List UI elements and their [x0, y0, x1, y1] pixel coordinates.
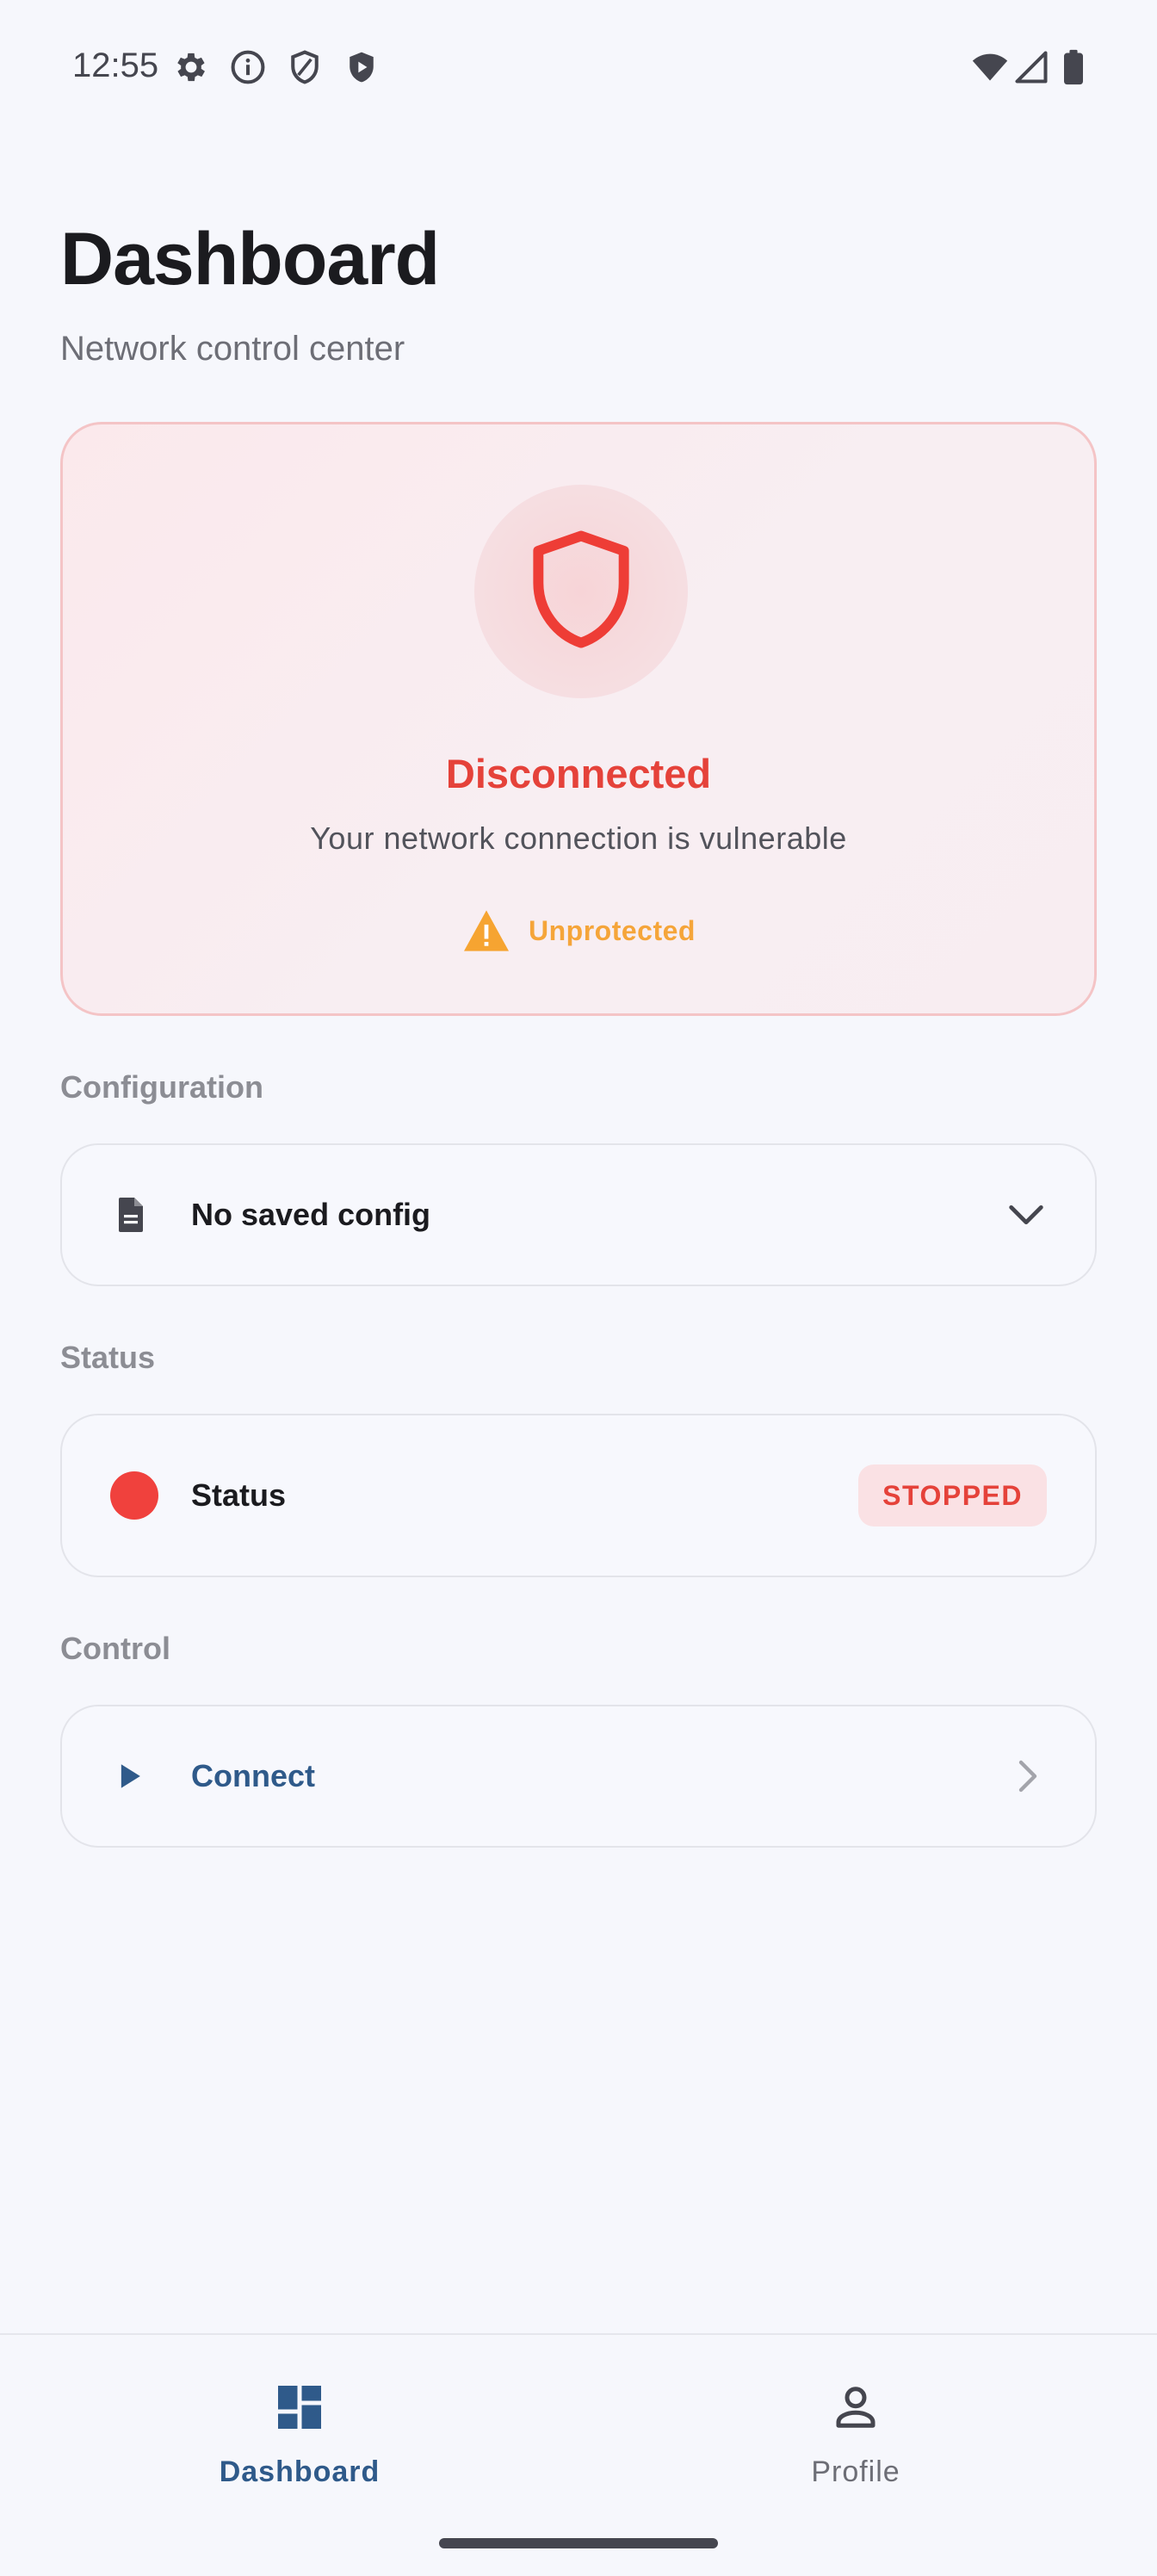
chevron-down-icon[interactable]	[1004, 1192, 1049, 1237]
chevron-right-icon	[1018, 1760, 1037, 1793]
person-icon	[836, 2387, 875, 2428]
shield-outline-icon	[291, 50, 319, 84]
connection-description: Your network connection is vulnerable	[310, 820, 847, 856]
status-label: Status	[191, 1477, 287, 1513]
status-indicator-dot	[110, 1471, 158, 1520]
status-card: Status STOPPED	[60, 1414, 1097, 1577]
play-icon	[121, 1764, 140, 1788]
warning-label: Unprotected	[529, 914, 696, 946]
shield-icon	[533, 530, 629, 648]
nav-label-profile: Profile	[811, 2455, 900, 2488]
page-title: Dashboard	[60, 218, 440, 300]
dashboard-icon	[278, 2386, 321, 2429]
warning-icon	[464, 910, 510, 951]
shield-play-icon	[350, 52, 374, 83]
nav-label-dashboard: Dashboard	[219, 2455, 381, 2488]
signal-icon	[1015, 51, 1048, 84]
protection-warning: Unprotected	[63, 908, 1094, 953]
screen: 12:55 Dashboard Network control center D…	[0, 0, 1157, 2576]
nav-item-dashboard[interactable]: Dashboard	[127, 2369, 472, 2507]
status-badge: STOPPED	[858, 1464, 1047, 1526]
page-subtitle: Network control center	[60, 330, 405, 368]
connect-label: Connect	[191, 1758, 315, 1793]
shield-halo	[474, 485, 688, 698]
section-label-configuration: Configuration	[60, 1069, 263, 1105]
connection-status-card: Disconnected Your network connection is …	[60, 422, 1097, 1016]
wifi-icon	[972, 53, 1008, 81]
nav-item-profile[interactable]: Profile	[684, 2369, 1028, 2507]
config-selector[interactable]: No saved config	[60, 1143, 1097, 1286]
section-label-status: Status	[60, 1340, 156, 1375]
gear-icon	[177, 53, 205, 82]
status-time: 12:55	[72, 46, 159, 84]
home-indicator[interactable]	[439, 2538, 718, 2548]
connection-state-title: Disconnected	[445, 751, 712, 796]
config-label: No saved config	[191, 1197, 431, 1232]
battery-icon	[1064, 49, 1083, 85]
section-label-control: Control	[60, 1631, 170, 1666]
status-bar: 12:55	[0, 0, 1157, 129]
connect-button[interactable]: Connect	[60, 1705, 1097, 1848]
document-icon	[119, 1198, 143, 1232]
info-icon	[231, 50, 265, 84]
